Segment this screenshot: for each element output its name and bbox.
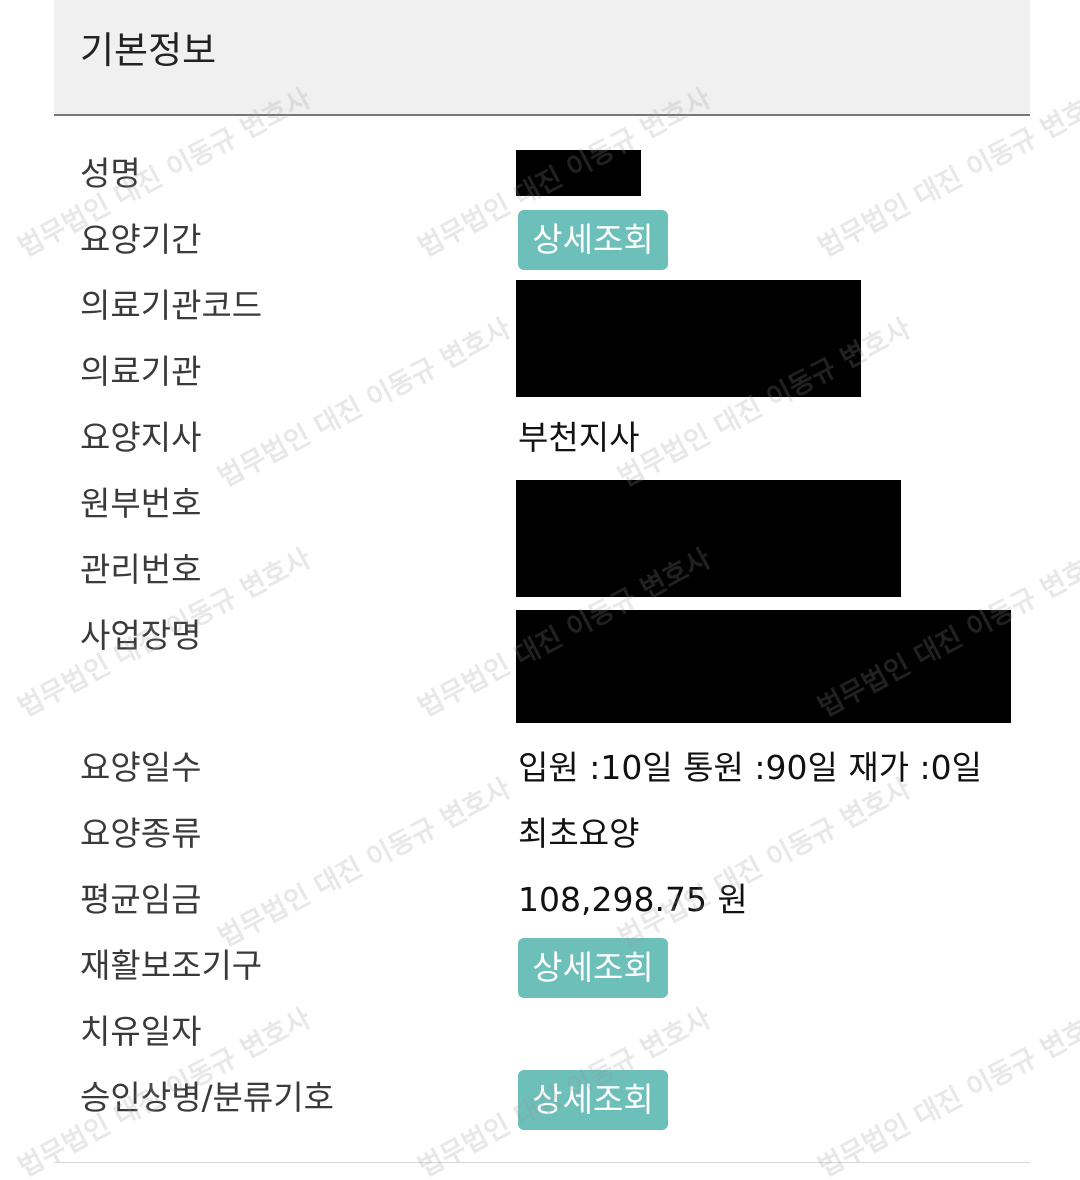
branch-label: 요양지사 bbox=[80, 418, 202, 457]
original-number-label: 원부번호 bbox=[80, 484, 202, 523]
number-redaction bbox=[516, 480, 901, 597]
branch-value: 부천지사 bbox=[518, 418, 640, 457]
approved-injury-detail-button[interactable]: 상세조회 bbox=[518, 1070, 668, 1130]
average-wage-label: 평균임금 bbox=[80, 880, 202, 919]
panel-title: 기본정보 bbox=[80, 29, 217, 72]
cure-date-label: 치유일자 bbox=[80, 1012, 202, 1051]
institution-redaction bbox=[516, 280, 861, 397]
care-type-label: 요양종류 bbox=[80, 814, 202, 853]
care-period-detail-button[interactable]: 상세조회 bbox=[518, 210, 668, 270]
workplace-redaction bbox=[516, 610, 1011, 723]
management-number-label: 관리번호 bbox=[80, 550, 202, 589]
approved-injury-label: 승인상병/분류기호 bbox=[80, 1078, 334, 1117]
institution-code-label: 의료기관코드 bbox=[80, 286, 263, 325]
care-days-label: 요양일수 bbox=[80, 748, 202, 787]
care-type-value: 최초요양 bbox=[518, 814, 640, 853]
panel-header: 기본정보 bbox=[54, 0, 1030, 116]
care-days-value: 입원 :10일 통원 :90일 재가 :0일 bbox=[518, 748, 983, 787]
name-label: 성명 bbox=[80, 154, 141, 193]
rehab-device-label: 재활보조기구 bbox=[80, 946, 263, 985]
basic-info-panel: 기본정보 성명 요양기간 상세조회 의료기관코드 의료기관 요양지사 부천지사 … bbox=[54, 0, 1030, 1163]
institution-label: 의료기관 bbox=[80, 352, 202, 391]
workplace-label: 사업장명 bbox=[80, 616, 202, 655]
name-redaction bbox=[516, 150, 641, 196]
rehab-device-detail-button[interactable]: 상세조회 bbox=[518, 938, 668, 998]
care-period-label: 요양기간 bbox=[80, 220, 202, 259]
average-wage-value: 108,298.75 원 bbox=[518, 880, 748, 919]
